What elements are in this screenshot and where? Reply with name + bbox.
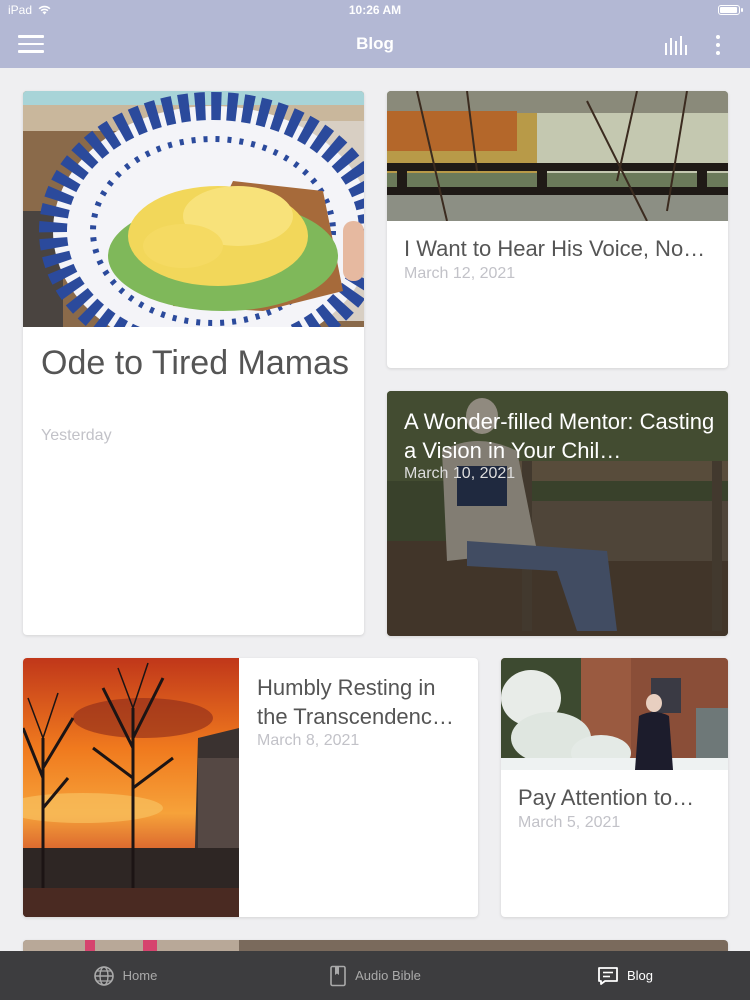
tab-label: Blog [626,968,654,983]
post-card-wonder-filled-mentor[interactable]: A Wonder-filled Mentor: Casting a Vision… [387,391,728,636]
post-card-hear-his-voice[interactable]: I Want to Hear His Voice, No… March 12, … [387,91,728,368]
tab-bar: Home Audio Bible Blog [0,951,750,1000]
globe-icon [93,965,114,986]
navigation-bar: Blog [0,20,750,68]
tab-home[interactable]: Home [0,951,250,1000]
tab-label: Home [122,968,158,983]
post-title: I Want to Hear His Voice, No… [404,236,706,261]
page-title: Blog [356,34,394,53]
book-icon [330,965,346,986]
post-card-pay-attention[interactable]: Pay Attention to… March 5, 2021 [501,658,728,917]
post-image-woman-in-snowy-garden [501,658,728,770]
post-date: March 10, 2021 [404,465,516,482]
post-date: March 12, 2021 [404,265,516,282]
battery-icon [718,5,743,15]
post-title: A Wonder-filled Mentor: Casting a Vision… [404,409,715,463]
post-date: March 5, 2021 [518,814,621,831]
tab-blog[interactable]: Blog [500,951,750,1000]
bar-chart-icon[interactable] [664,34,688,56]
post-date: Yesterday [41,427,112,444]
post-title: Pay Attention to… [518,785,695,810]
post-image-toast-on-plate [23,91,364,327]
tab-label: Audio Bible [355,968,421,983]
post-card-ode-to-tired-mamas[interactable]: Ode to Tired Mamas Yesterday [23,91,364,635]
post-card-humbly-resting[interactable]: Humbly Resting in the Transcendenc… Marc… [23,658,478,917]
post-title: Ode to Tired Mamas [41,344,350,382]
post-date: March 8, 2021 [257,732,360,749]
post-image-sunset-trees [23,658,239,917]
status-bar: iPad 10:26 AM [0,0,750,20]
post-image-garden-bench-frost [387,91,728,221]
status-time: 10:26 AM [348,3,402,17]
more-vertical-icon[interactable] [710,34,726,56]
blog-icon [598,966,618,985]
post-title: Humbly Resting in the Transcendenc… [257,675,454,729]
tab-audio-bible[interactable]: Audio Bible [250,951,500,1000]
